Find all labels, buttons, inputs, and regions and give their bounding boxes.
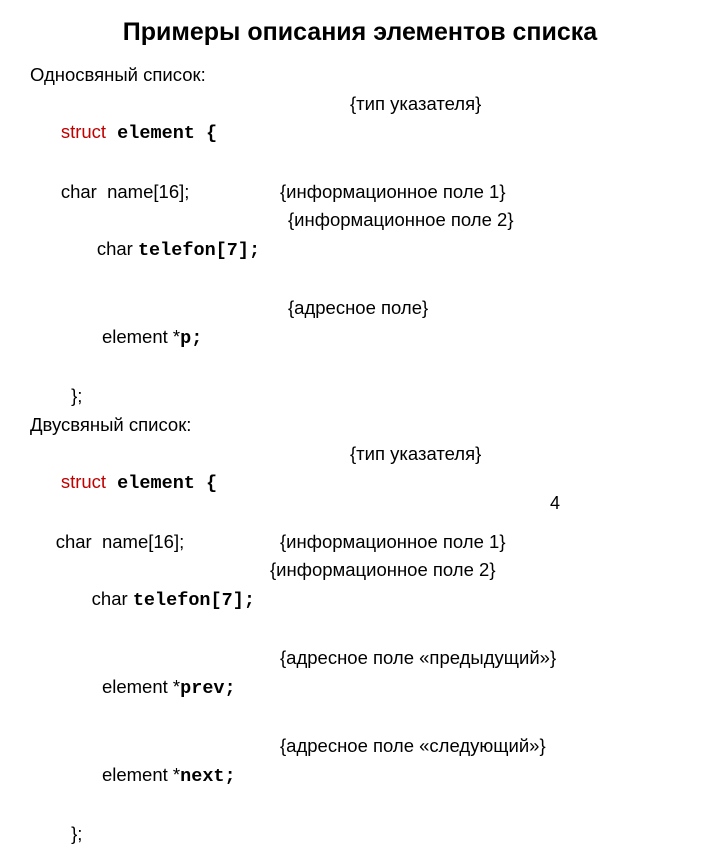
s1-line1: struct element { {тип указателя} <box>30 90 690 178</box>
code-mono: prev <box>180 678 224 699</box>
page-number: 4 <box>550 493 560 514</box>
keyword-struct: struct <box>61 471 106 492</box>
code: char telefon[7]; <box>30 556 270 644</box>
code-plain: element * <box>61 764 180 785</box>
code: element *p; <box>30 294 288 382</box>
slide-title: Примеры описания элементов списка <box>30 18 690 47</box>
code: }; <box>30 382 82 411</box>
code-mono: telefon[7]; <box>133 590 255 611</box>
comment: {адресное поле «следующий»} <box>280 732 546 820</box>
comment: {адресное поле «предыдущий»} <box>280 644 556 732</box>
keyword-struct: struct <box>61 121 106 142</box>
s1-line5: }; <box>30 382 690 411</box>
code-mono: element { <box>106 123 217 144</box>
s2-line3: char telefon[7]; {информационное поле 2} <box>30 556 690 644</box>
code-plain: element * <box>61 676 180 697</box>
code-mono: ; <box>225 766 236 787</box>
s1-line3: char telefon[7]; {информационное поле 2} <box>30 206 690 294</box>
code: char telefon[7]; <box>30 206 288 294</box>
comment: {информационное поле 2} <box>270 556 496 644</box>
s2-line1: struct element { {тип указателя} <box>30 440 690 528</box>
comment: {тип указателя} <box>350 90 481 178</box>
code-plain: char <box>61 238 138 259</box>
s2-line4: element *prev; {адресное поле «предыдущи… <box>30 644 690 732</box>
comment: {тип указателя} <box>350 440 481 528</box>
code-plain: element * <box>61 326 180 347</box>
code: char name[16]; <box>30 178 280 207</box>
comment: {информационное поле 1} <box>280 528 506 557</box>
code-mono: ; <box>191 328 202 349</box>
code-mono: telefon[7]; <box>138 240 260 261</box>
code-mono: ; <box>225 678 236 699</box>
comment: {адресное поле} <box>288 294 428 382</box>
code: element *next; <box>30 732 280 820</box>
section2-heading: Двусвяный список: <box>30 411 690 440</box>
code-mono: next <box>180 766 224 787</box>
comment: {информационное поле 2} <box>288 206 514 294</box>
comment: {информационное поле 1} <box>280 178 506 207</box>
s1-line2: char name[16]; {информационное поле 1} <box>30 178 690 207</box>
slide: Примеры описания элементов списка Односв… <box>0 0 720 540</box>
s1-line4: element *p; {адресное поле} <box>30 294 690 382</box>
code-mono: p <box>180 328 191 349</box>
text: Двусвяный список: <box>30 411 191 440</box>
s2-line5: element *next; {адресное поле «следующий… <box>30 732 690 820</box>
code: char name[16]; <box>30 528 280 557</box>
s2-line6: }; <box>30 820 690 849</box>
code: struct element { <box>30 90 350 178</box>
code: struct element { <box>30 440 350 528</box>
s2-line2: char name[16]; {информационное поле 1} <box>30 528 690 557</box>
code: }; <box>30 820 82 849</box>
code: element *prev; <box>30 644 280 732</box>
code-mono: element { <box>106 473 217 494</box>
section1-heading: Односвяный список: <box>30 61 690 90</box>
code-plain: char <box>61 588 133 609</box>
text: Односвяный список: <box>30 61 206 90</box>
